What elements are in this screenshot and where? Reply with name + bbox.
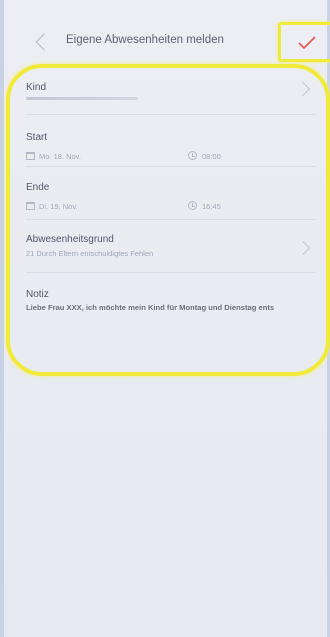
start-date: Mo. 18. Nov. — [39, 152, 81, 161]
notiz-field[interactable]: Notiz Liebe Frau XXX, ich möchte mein Ki… — [26, 289, 318, 312]
divider — [26, 219, 316, 220]
calendar-icon — [26, 152, 35, 160]
divider — [26, 114, 316, 115]
start-label: Start — [26, 132, 48, 143]
divider — [26, 166, 316, 167]
grund-field[interactable]: Abwesenheitsgrund 21 Durch Eltern entsch… — [26, 234, 318, 258]
kind-value-redacted — [26, 97, 138, 100]
start-time-field[interactable]: 08:00 — [188, 146, 268, 164]
header-bar: Eigene Abwesenheiten melden — [8, 22, 330, 62]
divider — [26, 272, 316, 273]
grund-value: 21 Durch Eltern entschuldigtes Fehlen — [26, 249, 154, 258]
kind-field[interactable]: Kind — [26, 82, 318, 93]
ende-date-field[interactable]: Di. 19. Nov. — [26, 196, 166, 214]
confirm-button[interactable] — [278, 22, 330, 62]
kind-label: Kind — [26, 82, 47, 93]
notiz-value: Liebe Frau XXX, ich möchte mein Kind für… — [26, 303, 275, 312]
page-title: Eigene Abwesenheiten melden — [66, 34, 224, 46]
ende-label-row: Ende — [26, 182, 318, 193]
start-date-field[interactable]: Mo. 18. Nov. — [26, 146, 166, 164]
annotation-highlight — [6, 64, 330, 376]
ende-time-field[interactable]: 16:45 — [188, 196, 268, 214]
calendar-icon — [26, 202, 35, 210]
notiz-label: Notiz — [26, 289, 49, 300]
grund-label: Abwesenheitsgrund — [26, 234, 114, 245]
clock-icon — [188, 151, 197, 160]
start-time: 08:00 — [202, 152, 221, 161]
ende-time: 16:45 — [202, 202, 221, 211]
checkmark-icon — [298, 36, 316, 50]
app-screen: Eigene Abwesenheiten melden Kind Start M… — [0, 0, 330, 637]
clock-icon — [188, 201, 197, 210]
ende-date: Di. 19. Nov. — [39, 202, 78, 211]
back-button[interactable] — [32, 30, 52, 54]
ende-label: Ende — [26, 182, 50, 193]
start-label-row: Start — [26, 132, 318, 143]
